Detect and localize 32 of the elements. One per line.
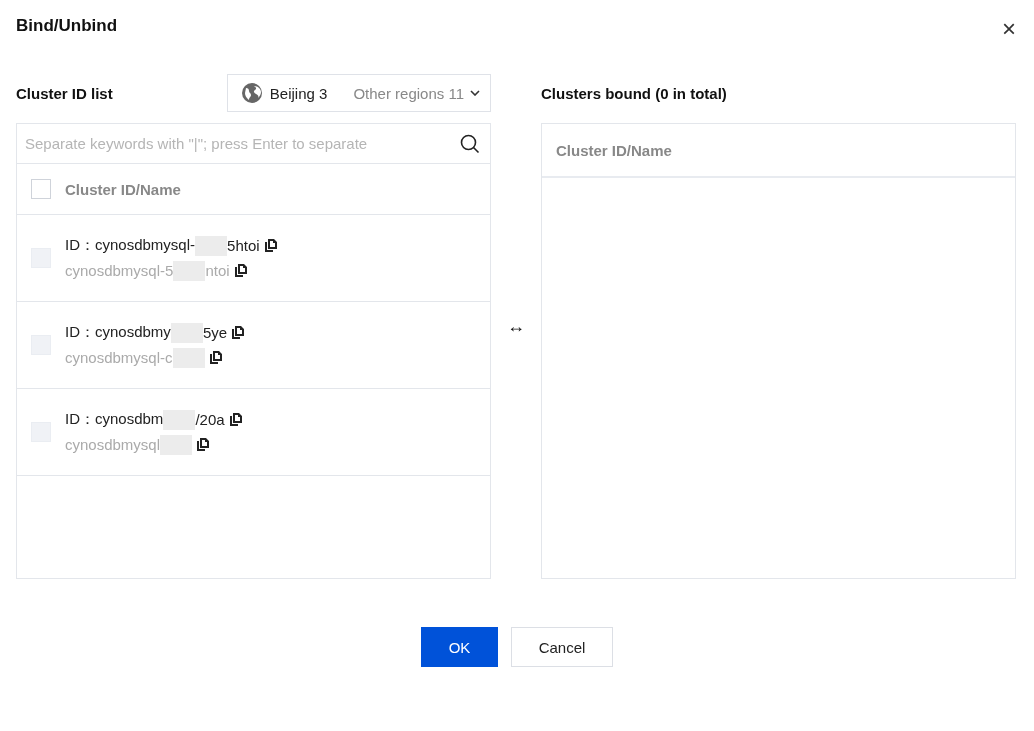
column-header: Cluster ID/Name xyxy=(65,180,181,198)
column-header: Cluster ID/Name xyxy=(542,124,1015,178)
region-tab[interactable]: Beijing 3 xyxy=(269,84,328,102)
cluster-id: ID：cynosdbmy xyxy=(65,323,171,342)
copy-icon[interactable] xyxy=(234,264,247,277)
swap-icon: ↔ xyxy=(507,315,525,337)
cluster-name: cynosdbmysql-c xyxy=(65,349,173,366)
cluster-id: 5htoi xyxy=(227,237,260,254)
panel-title: Clusters bound (0 in total) xyxy=(541,84,727,102)
copy-icon[interactable] xyxy=(209,351,222,364)
cluster-id: ID：cynosdbm xyxy=(65,410,164,429)
copy-icon[interactable] xyxy=(197,438,210,451)
globe-icon xyxy=(241,83,262,103)
panel-title: Cluster ID list xyxy=(16,84,113,102)
cancel-button[interactable]: Cancel xyxy=(511,627,613,667)
search-icon[interactable] xyxy=(460,133,480,154)
caret-icon xyxy=(470,90,480,96)
copy-icon[interactable] xyxy=(229,413,242,426)
cluster-id: 5ye xyxy=(202,324,228,341)
cluster-id: ID：cynosdbmysql- xyxy=(65,236,196,255)
cluster-name: cynosdbmysql-5 xyxy=(65,262,174,279)
copy-icon[interactable] xyxy=(232,326,245,339)
cluster-name: cynosdbmysql xyxy=(65,436,161,453)
checkbox[interactable] xyxy=(31,179,51,199)
copy-icon[interactable] xyxy=(264,239,277,252)
cluster-name: ntoi xyxy=(205,262,230,279)
search-field[interactable]: Separate keywords with "|"; press Enter to separate xyxy=(23,134,460,153)
ok-button[interactable]: OK xyxy=(421,627,498,667)
dialog-title: Bind/Unbind xyxy=(16,16,118,36)
region-dropdown[interactable]: Other regions 11 xyxy=(353,84,480,102)
close-button[interactable]: × xyxy=(1000,17,1018,41)
cluster-id: /20a xyxy=(195,411,225,428)
